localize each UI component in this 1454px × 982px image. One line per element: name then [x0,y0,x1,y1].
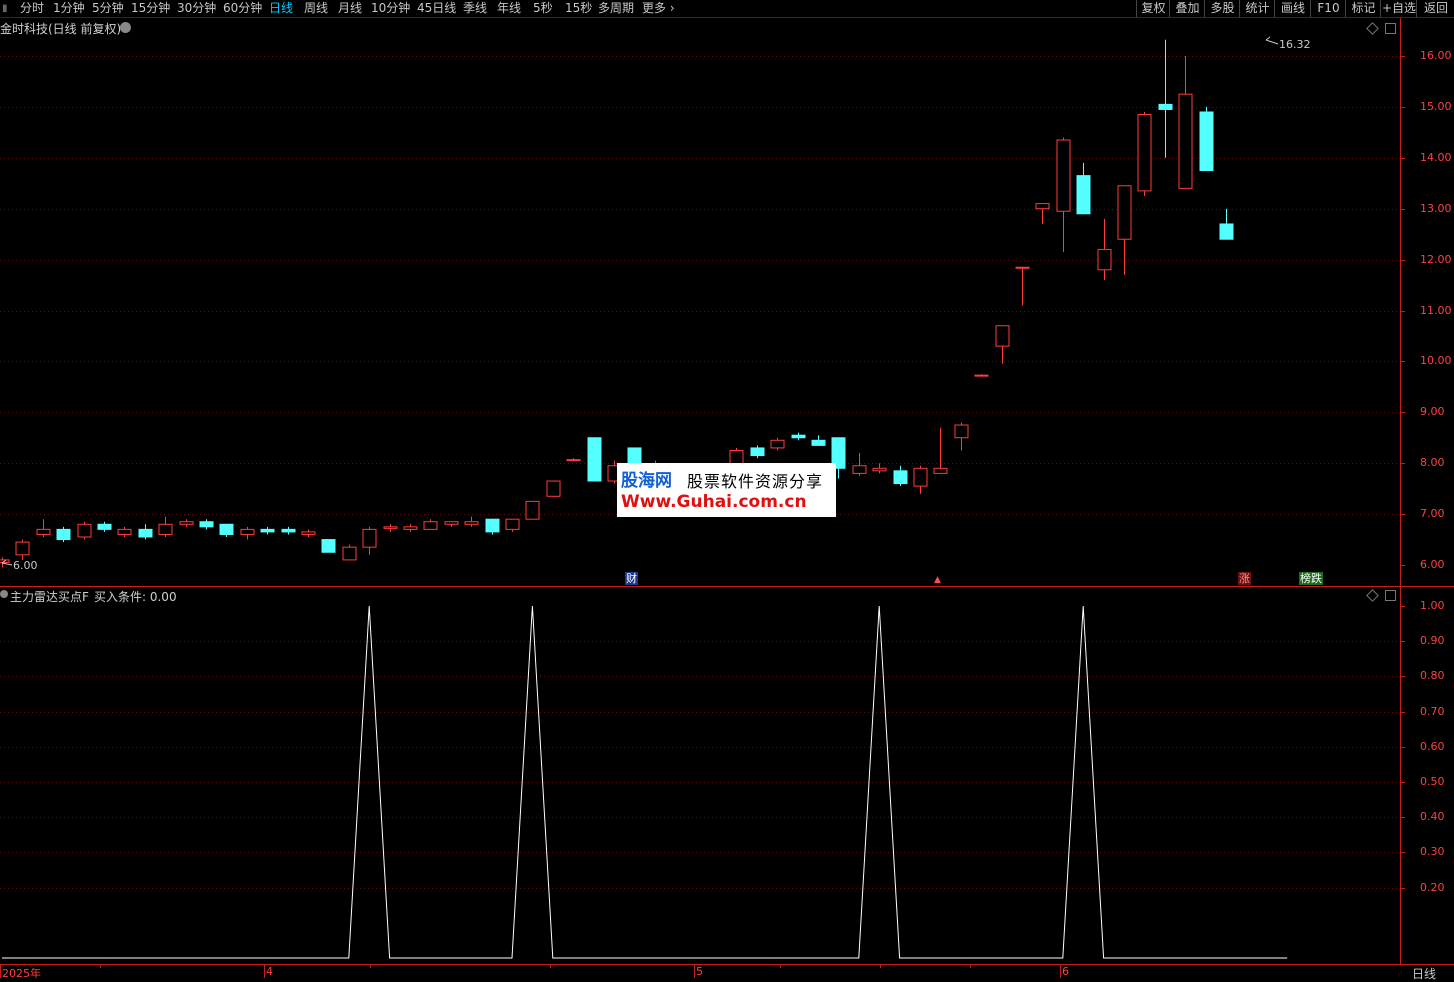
indicator-title: 主力雷达买点F [10,590,89,604]
candle-body [750,447,765,457]
candle-body [587,437,602,482]
candle-body [852,465,867,474]
watermark-logo: 股海网 [621,471,672,491]
stock-title-dropdown-icon[interactable] [120,22,131,33]
candle-body [893,470,908,485]
bottom-period-tab[interactable]: 日线 [1412,965,1436,982]
candle-body [1015,266,1030,269]
candle-body [525,500,540,520]
candle-body [158,523,173,535]
candle-body [464,521,479,525]
candle-body [383,526,398,529]
candle-body [791,434,806,439]
indicator-tick-label: 0.70 [1420,704,1445,718]
indicator-tick-label: 0.60 [1420,739,1445,753]
indicator-settings-icon[interactable] [0,590,8,598]
candle-body [954,424,969,439]
candle-body [281,528,296,533]
maximize-icon[interactable] [1385,23,1396,34]
finance-marker[interactable]: 财 [625,572,638,585]
candle-body [1178,93,1193,189]
candle-body [485,518,500,533]
candle-body [974,374,989,377]
price-tick-label: 14.00 [1420,150,1452,164]
candle-body [423,521,438,530]
indicator-tick-label: 0.30 [1420,845,1445,859]
candle-body [1158,103,1173,110]
price-tick-label: 9.00 [1420,405,1445,419]
date-tick-label: 5 [696,965,703,978]
indicator-tick-label: 1.00 [1420,599,1445,612]
indicator-value: 买入条件: 0.00 [94,590,177,604]
watermark-slogan: 股票软件资源分享 [687,472,824,491]
date-tick-label: 4 [266,965,273,978]
candle-body [403,526,418,530]
candle-body [566,459,581,462]
stock-title: 金时科技(日线 前复权) [0,22,122,36]
price-tick-label: 7.00 [1420,507,1445,521]
indicator-tick-label: 0.20 [1420,880,1445,894]
candle-body [811,439,826,446]
watermark: 股海网 股票软件资源分享 Www.Guhai.com.cn [617,463,836,517]
date-tick-label: 6 [1062,965,1069,978]
candle-body [301,531,316,535]
candle-body [362,528,377,548]
candle-body [1199,111,1214,172]
price-tick-label: 10.00 [1420,354,1452,368]
candle-body [444,521,459,525]
indicator-tick-label: 0.90 [1420,634,1445,648]
candle-body [260,528,275,533]
candle-body [546,480,561,497]
candle-body [933,467,948,474]
arrow-marker[interactable]: ▲ [933,574,942,587]
price-tick-label: 13.00 [1420,201,1452,215]
indicator-tick-label: 0.80 [1420,669,1445,683]
candle-body [199,521,214,528]
leaderboard-marker[interactable]: 榜跌 [1299,572,1323,585]
candle-body [56,528,71,541]
candle-body [179,521,194,525]
candle-body [1117,185,1132,240]
candle-body [1056,139,1071,212]
candle-body [117,528,132,535]
indicator-tick-label: 0.40 [1420,810,1445,824]
candle-body [1035,203,1050,210]
date-tick-label: 2025年 [2,967,41,980]
watermark-url: Www.Guhai.com.cn [621,492,807,512]
candle-body [36,528,51,535]
low-price-label: 6.00 [13,559,38,572]
high-pointer [1265,36,1279,45]
candle-body [321,539,336,553]
candle-body [505,518,520,530]
candle-body [770,439,785,449]
candle-body [1097,248,1112,271]
candle-body [138,528,153,538]
candle-body [872,467,887,472]
high-price-label: 16.32 [1279,38,1311,51]
candle-body [1219,223,1234,240]
candle-body [77,523,92,538]
price-tick-label: 6.00 [1420,558,1445,571]
candle-body [15,541,30,556]
candle-body [97,523,112,530]
candle-body [1076,175,1091,215]
price-tick-label: 11.00 [1420,303,1452,317]
candle-body [240,528,255,535]
indicator-tick-label: 0.50 [1420,775,1445,788]
maximize-icon-2[interactable] [1385,590,1396,601]
price-tick-label: 12.00 [1420,252,1452,266]
price-tick-label: 16.00 [1420,49,1452,62]
candle-body [913,467,928,487]
limit-up-marker[interactable]: 涨 [1238,572,1251,585]
candle-body [995,325,1010,347]
price-tick-label: 8.00 [1420,456,1445,470]
price-tick-label: 15.00 [1420,99,1452,113]
candle-body [219,523,234,535]
candle-body [1137,114,1152,192]
candle-body [342,546,357,561]
